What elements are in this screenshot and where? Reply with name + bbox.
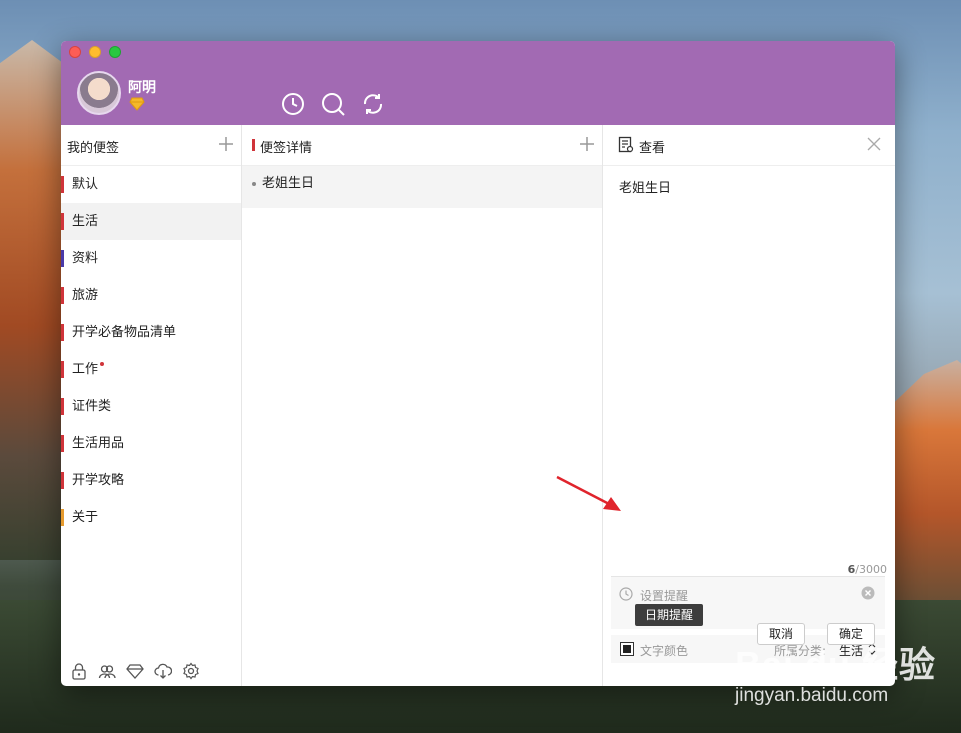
sidebar-item-category[interactable]: 工作 <box>61 351 241 388</box>
char-counter: 6/3000 <box>848 563 887 576</box>
category-color-marker <box>61 398 64 415</box>
watermark-url: jingyan.baidu.com <box>735 685 889 706</box>
user-name: 阿明 <box>128 80 156 96</box>
clear-reminder-icon[interactable] <box>861 586 875 600</box>
confirm-button[interactable]: 确定 <box>827 623 876 645</box>
view-header: 查看 <box>603 125 895 166</box>
sidebar-item-category[interactable]: 默认 <box>61 166 241 203</box>
category-list: 默认生活资料旅游开学必备物品清单 工作证件类生活用品开学攻略关于 <box>61 166 241 536</box>
minimize-window-button[interactable] <box>89 46 101 58</box>
diamond-icon[interactable] <box>126 662 144 680</box>
notes-panel-title: 便签详情 <box>260 141 313 156</box>
sidebar-item-category[interactable]: 开学攻略 <box>61 462 241 499</box>
sync-icon[interactable] <box>361 92 385 116</box>
note-bullet <box>252 182 256 186</box>
notes-panel: 便签详情 老姐生日 <box>242 125 603 686</box>
clock-icon <box>619 587 633 601</box>
text-color-label: 文字颜色 <box>640 644 689 658</box>
add-category-icon[interactable] <box>218 136 234 152</box>
settings-icon[interactable] <box>182 662 200 680</box>
note-content[interactable]: 老姐生日 <box>619 177 671 196</box>
category-color-marker <box>61 472 64 489</box>
category-color-marker <box>61 361 64 378</box>
reminder-box: 设置提醒 日期提醒 <box>611 576 885 629</box>
date-reminder-tooltip: 日期提醒 <box>635 604 704 626</box>
category-label: 工作 <box>72 362 99 377</box>
category-label: 生活 <box>72 214 99 229</box>
category-color-marker <box>61 250 64 267</box>
view-panel: 查看 老姐生日 6/3000 设置提醒 日期提醒 文字颜色 所属分类: 生活 取… <box>603 125 895 686</box>
category-color-marker <box>61 287 64 304</box>
category-label: 资料 <box>72 251 99 266</box>
category-label: 旅游 <box>72 288 99 303</box>
watermark-logo: Bai du 经验 <box>735 644 937 685</box>
category-label: 生活用品 <box>72 436 125 451</box>
app-window: 阿明 我的便签 默认 生活 资料 旅游 开学必备物品清单 工作 证件类 生活用品… <box>61 41 895 686</box>
category-color-marker <box>61 509 64 526</box>
sidebar-item-category[interactable]: 证件类 <box>61 388 241 425</box>
group-icon[interactable] <box>98 662 116 680</box>
sidebar-item-category[interactable]: 生活用品 <box>61 425 241 462</box>
note-item[interactable]: 老姐生日 <box>242 166 602 208</box>
add-note-icon[interactable] <box>579 136 595 152</box>
close-icon[interactable] <box>867 137 881 151</box>
maximize-window-button[interactable] <box>109 46 121 58</box>
sidebar-item-category[interactable]: 关于 <box>61 499 241 536</box>
category-label: 证件类 <box>72 399 112 414</box>
notes-header: 便签详情 <box>242 125 602 166</box>
category-color-marker <box>61 435 64 452</box>
sidebar-item-category[interactable]: 资料 <box>61 240 241 277</box>
text-color-swatch[interactable] <box>620 642 634 656</box>
view-note-icon <box>618 136 634 153</box>
set-reminder-button[interactable]: 设置提醒 <box>640 587 688 604</box>
view-panel-title: 查看 <box>639 141 666 156</box>
note-item-text: 老姐生日 <box>262 176 315 191</box>
unread-dot <box>100 362 105 366</box>
lock-icon[interactable] <box>70 662 88 680</box>
notes-header-marker <box>252 139 255 151</box>
category-color-marker <box>61 176 64 193</box>
category-label: 默认 <box>72 177 99 192</box>
category-header: 我的便签 <box>61 125 241 166</box>
watermark: Bai du 经验 jingyan.baidu.com <box>735 645 936 707</box>
category-label: 开学必备物品清单 <box>72 325 177 340</box>
category-color-marker <box>61 324 64 341</box>
category-label: 关于 <box>72 510 99 525</box>
sidebar-item-category[interactable]: 生活 <box>61 203 241 240</box>
search-icon[interactable] <box>321 92 345 116</box>
char-limit: /3000 <box>855 563 887 576</box>
sidebar-item-category[interactable]: 开学必备物品清单 <box>61 314 241 351</box>
clock-icon[interactable] <box>281 92 305 116</box>
close-window-button[interactable] <box>69 46 81 58</box>
category-label: 开学攻略 <box>72 473 125 488</box>
avatar[interactable] <box>77 71 121 115</box>
category-panel-title: 我的便签 <box>67 141 120 156</box>
sidebar-item-category[interactable]: 旅游 <box>61 277 241 314</box>
category-panel: 我的便签 默认生活资料旅游开学必备物品清单 工作证件类生活用品开学攻略关于 <box>61 125 242 686</box>
vip-diamond-icon[interactable] <box>129 97 145 111</box>
cloud-download-icon[interactable] <box>154 662 172 680</box>
annotation-arrow <box>556 475 621 511</box>
title-bar: 阿明 <box>61 41 895 125</box>
category-color-marker <box>61 213 64 230</box>
cancel-button[interactable]: 取消 <box>757 623 806 645</box>
